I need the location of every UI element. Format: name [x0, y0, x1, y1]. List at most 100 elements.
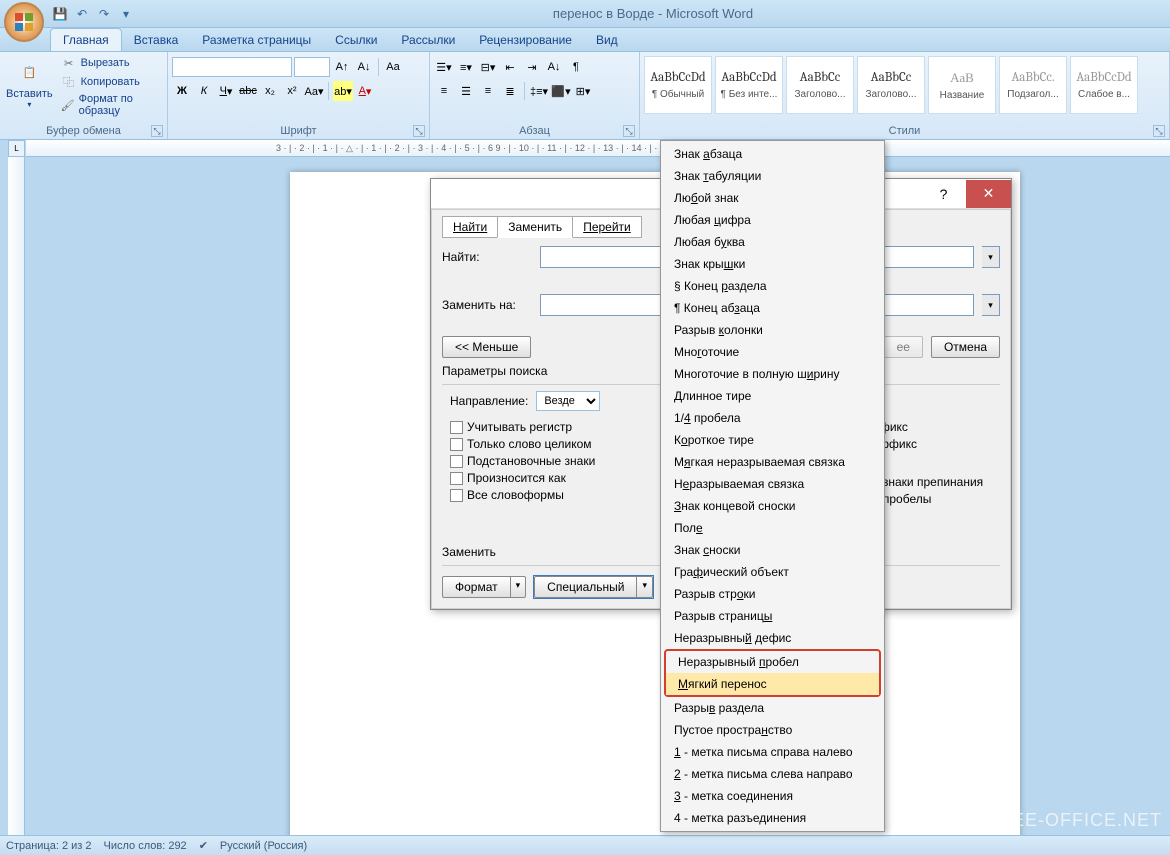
- ee-button[interactable]: ee: [884, 336, 923, 358]
- menu-item-23[interactable]: Неразрывный пробел: [666, 651, 879, 673]
- tab-references[interactable]: Ссылки: [323, 29, 389, 51]
- shading-icon[interactable]: ⬛▾: [551, 81, 571, 101]
- bullets-icon[interactable]: ☰▾: [434, 57, 454, 77]
- borders-icon[interactable]: ⊞▾: [573, 81, 593, 101]
- strike-button[interactable]: abc: [238, 81, 258, 101]
- numbering-icon[interactable]: ≡▾: [456, 57, 476, 77]
- dlg-tab-replace[interactable]: Заменить: [497, 216, 573, 238]
- styles-launcher-icon[interactable]: ⤡: [1153, 125, 1165, 137]
- checkbox-forms[interactable]: [450, 489, 463, 502]
- align-center-icon[interactable]: ☰: [456, 81, 476, 101]
- menu-item-19[interactable]: Графический объект: [662, 561, 883, 583]
- para-launcher-icon[interactable]: ⤡: [623, 125, 635, 137]
- superscript-button[interactable]: x²: [282, 81, 302, 101]
- font-size-select[interactable]: [294, 57, 330, 77]
- menu-item-0[interactable]: Знак абзаца: [662, 143, 883, 165]
- indent-dec-icon[interactable]: ⇤: [500, 57, 520, 77]
- menu-item-6[interactable]: § Конец раздела: [662, 275, 883, 297]
- menu-item-24[interactable]: Мягкий перенос: [666, 673, 879, 695]
- menu-item-12[interactable]: 1/4 пробела: [662, 407, 883, 429]
- line-spacing-icon[interactable]: ‡≡▾: [529, 81, 549, 101]
- menu-item-20[interactable]: Разрыв строки: [662, 583, 883, 605]
- menu-item-22[interactable]: Неразрывный дефис: [662, 627, 883, 649]
- tab-layout[interactable]: Разметка страницы: [190, 29, 323, 51]
- checkbox-whole[interactable]: [450, 438, 463, 451]
- menu-item-11[interactable]: Длинное тире: [662, 385, 883, 407]
- status-proof[interactable]: ✔: [199, 839, 208, 852]
- style-5[interactable]: AaBbCc.Подзагол...: [999, 56, 1067, 114]
- dlg-tab-goto[interactable]: Перейти: [572, 216, 642, 238]
- style-1[interactable]: AaBbCcDd¶ Без инте...: [715, 56, 783, 114]
- menu-item-26[interactable]: Пустое пространство: [662, 719, 883, 741]
- menu-item-29[interactable]: 3 - метка соединения: [662, 785, 883, 807]
- menu-item-4[interactable]: Любая буква: [662, 231, 883, 253]
- office-button[interactable]: [4, 2, 44, 42]
- bold-button[interactable]: Ж: [172, 81, 192, 101]
- save-icon[interactable]: 💾: [50, 4, 70, 24]
- tab-review[interactable]: Рецензирование: [467, 29, 584, 51]
- sort-icon[interactable]: A↓: [544, 57, 564, 77]
- cut-button[interactable]: ✂Вырезать: [58, 54, 163, 72]
- ruler-corner[interactable]: L: [8, 140, 25, 157]
- menu-item-16[interactable]: Знак концевой сноски: [662, 495, 883, 517]
- find-dropdown-icon[interactable]: ▾: [982, 246, 1000, 268]
- less-button[interactable]: << Меньше: [442, 336, 531, 358]
- menu-item-3[interactable]: Любая цифра: [662, 209, 883, 231]
- menu-item-27[interactable]: 1 - метка письма справа налево: [662, 741, 883, 763]
- indent-inc-icon[interactable]: ⇥: [522, 57, 542, 77]
- qat-dropdown-icon[interactable]: ▾: [116, 4, 136, 24]
- grow-font-icon[interactable]: A↑: [332, 57, 352, 77]
- ruler-horizontal[interactable]: 3 · | · 2 · | · 1 · | · △ · | · 1 · | · …: [26, 140, 1170, 157]
- style-6[interactable]: AaBbCcDdСлабое в...: [1070, 56, 1138, 114]
- special-dropdown-icon[interactable]: ▾: [637, 576, 653, 598]
- style-4[interactable]: АаВНазвание: [928, 56, 996, 114]
- menu-item-13[interactable]: Короткое тире: [662, 429, 883, 451]
- checkbox-wildcard[interactable]: [450, 455, 463, 468]
- menu-item-17[interactable]: Поле: [662, 517, 883, 539]
- change-case-button[interactable]: Aa▾: [304, 81, 324, 101]
- direction-select[interactable]: Везде: [536, 391, 600, 411]
- format-button[interactable]: Формат: [442, 576, 511, 598]
- menu-item-1[interactable]: Знак табуляции: [662, 165, 883, 187]
- align-justify-icon[interactable]: ≣: [500, 81, 520, 101]
- menu-item-25[interactable]: Разрыв раздела: [662, 697, 883, 719]
- status-words[interactable]: Число слов: 292: [104, 840, 187, 852]
- copy-button[interactable]: ⿻Копировать: [58, 73, 163, 91]
- status-lang[interactable]: Русский (Россия): [220, 840, 307, 852]
- style-0[interactable]: AaBbCcDd¶ Обычный: [644, 56, 712, 114]
- font-family-select[interactable]: [172, 57, 292, 77]
- menu-item-7[interactable]: ¶ Конец абзаца: [662, 297, 883, 319]
- subscript-button[interactable]: x₂: [260, 81, 280, 101]
- cancel-button[interactable]: Отмена: [931, 336, 1000, 358]
- tab-home[interactable]: Главная: [50, 28, 122, 51]
- menu-item-14[interactable]: Мягкая неразрываемая связка: [662, 451, 883, 473]
- replace-dropdown-icon[interactable]: ▾: [982, 294, 1000, 316]
- checkbox-sounds[interactable]: [450, 472, 463, 485]
- menu-item-28[interactable]: 2 - метка письма слева направо: [662, 763, 883, 785]
- checkbox-case[interactable]: [450, 421, 463, 434]
- help-button[interactable]: ?: [921, 180, 966, 208]
- special-button[interactable]: Специальный: [534, 576, 637, 598]
- font-launcher-icon[interactable]: ⤡: [413, 125, 425, 137]
- show-marks-icon[interactable]: ¶: [566, 57, 586, 77]
- align-left-icon[interactable]: ≡: [434, 81, 454, 101]
- highlight-button[interactable]: ab▾: [333, 81, 353, 101]
- tab-mailings[interactable]: Рассылки: [389, 29, 467, 51]
- close-button[interactable]: ✕: [966, 180, 1011, 208]
- menu-item-8[interactable]: Разрыв колонки: [662, 319, 883, 341]
- redo-icon[interactable]: ↷: [94, 4, 114, 24]
- menu-item-18[interactable]: Знак сноски: [662, 539, 883, 561]
- menu-item-5[interactable]: Знак крышки: [662, 253, 883, 275]
- menu-item-2[interactable]: Любой знак: [662, 187, 883, 209]
- format-dropdown-icon[interactable]: ▾: [511, 576, 527, 598]
- tab-view[interactable]: Вид: [584, 29, 630, 51]
- ruler-vertical[interactable]: [8, 157, 25, 835]
- menu-item-15[interactable]: Неразрываемая связка: [662, 473, 883, 495]
- multilevel-icon[interactable]: ⊟▾: [478, 57, 498, 77]
- underline-button[interactable]: Ч▾: [216, 81, 236, 101]
- menu-item-21[interactable]: Разрыв страницы: [662, 605, 883, 627]
- clear-format-icon[interactable]: Aa: [383, 57, 403, 77]
- italic-button[interactable]: К: [194, 81, 214, 101]
- undo-icon[interactable]: ↶: [72, 4, 92, 24]
- align-right-icon[interactable]: ≡: [478, 81, 498, 101]
